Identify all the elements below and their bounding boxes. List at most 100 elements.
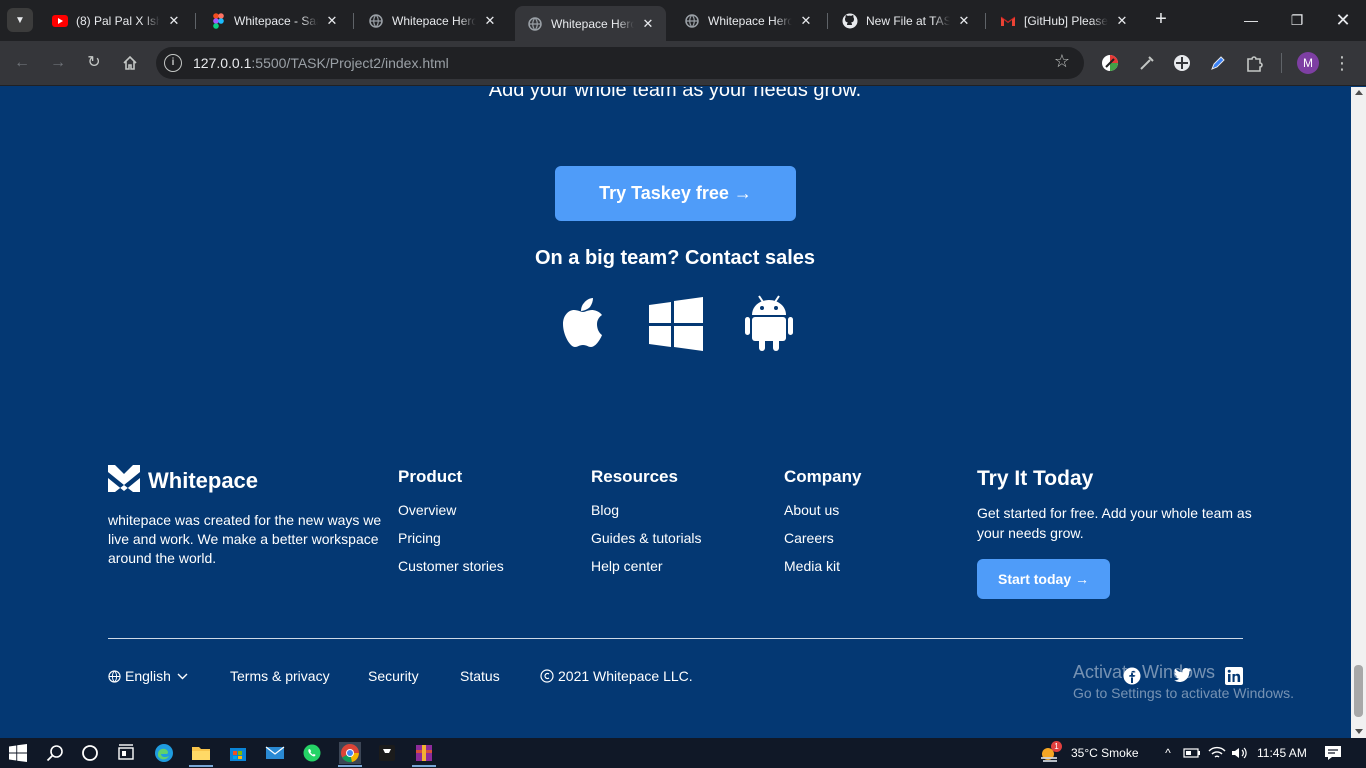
windows-start-icon[interactable] <box>7 742 29 764</box>
bookmark-star-icon[interactable]: ☆ <box>1054 51 1070 72</box>
try-taskey-free-button[interactable]: Try Taskey free → <box>555 166 796 221</box>
windows-icon[interactable] <box>649 293 703 353</box>
footer-link-careers[interactable]: Careers <box>784 530 861 546</box>
gmail-icon <box>1000 13 1016 29</box>
footer-link-about-us[interactable]: About us <box>784 502 861 518</box>
linkedin-icon[interactable] <box>1225 667 1243 685</box>
copyright-text: 2021 Whitepace LLC. <box>558 668 693 684</box>
menu-kebab-icon[interactable]: ⋮ <box>1330 51 1354 75</box>
active-indicator <box>189 765 213 767</box>
extension-dropper-icon[interactable] <box>1137 53 1157 73</box>
tab-close-icon[interactable]: ✕ <box>956 13 972 29</box>
home-icon[interactable] <box>118 51 142 75</box>
url-text[interactable]: 127.0.0.1:5500/TASK/Project2/index.html <box>193 55 449 71</box>
language-label: English <box>125 668 171 684</box>
tab-whitepace-hero-1[interactable]: Whitepace Hero ✕ <box>356 6 508 35</box>
language-selector[interactable]: English <box>108 668 188 684</box>
whatsapp-icon[interactable] <box>301 742 323 764</box>
tab-title: Whitepace Hero <box>392 13 476 28</box>
restore-icon[interactable]: ❐ <box>1285 8 1309 32</box>
footer-link-help-center[interactable]: Help center <box>591 558 702 574</box>
tab-close-icon[interactable]: ✕ <box>798 13 814 29</box>
tab-youtube[interactable]: (8) Pal Pal X Ishq ✕ <box>40 6 192 35</box>
footer-column-company: Company About us Careers Media kit <box>784 467 861 586</box>
tab-whitepace-hero-active[interactable]: Whitepace Hero ✕ <box>515 6 666 41</box>
search-icon[interactable] <box>44 742 66 764</box>
globe-icon <box>368 13 384 29</box>
column-heading: Product <box>398 467 463 486</box>
tab-github[interactable]: New File at TASK ✕ <box>830 6 982 35</box>
site-info-icon[interactable]: i <box>164 54 182 72</box>
status-link[interactable]: Status <box>460 668 500 684</box>
weather-text[interactable]: 35°C Smoke <box>1071 746 1139 760</box>
tab-close-icon[interactable]: ✕ <box>482 13 498 29</box>
edge-icon[interactable] <box>153 742 175 764</box>
cortana-icon[interactable] <box>79 742 101 764</box>
task-view-icon[interactable] <box>115 742 137 764</box>
back-icon[interactable]: ← <box>10 51 34 75</box>
footer-link-blog[interactable]: Blog <box>591 502 702 518</box>
new-tab-button[interactable]: + <box>1150 9 1172 31</box>
start-today-button[interactable]: Start today → <box>977 559 1110 599</box>
archive-app-icon[interactable] <box>413 742 435 764</box>
tab-whitepace-hero-3[interactable]: Whitepace Hero ✕ <box>672 6 824 35</box>
clock-time[interactable]: 11:45 AM <box>1257 746 1307 760</box>
scrollbar-thumb[interactable] <box>1354 665 1363 717</box>
footer-brand[interactable]: Whitepace <box>108 465 258 497</box>
footer-link-guides[interactable]: Guides & tutorials <box>591 530 702 546</box>
scroll-up-arrow-icon[interactable] <box>1355 90 1363 95</box>
mail-icon[interactable] <box>264 742 286 764</box>
windows-taskbar: 1 35°C Smoke ^ 11:45 AM <box>0 738 1366 768</box>
minimize-icon[interactable]: — <box>1239 8 1263 32</box>
terms-privacy-link[interactable]: Terms & privacy <box>230 668 330 684</box>
tab-title: [GitHub] Please v <box>1024 13 1108 28</box>
extensions-puzzle-icon[interactable] <box>1244 53 1264 73</box>
page-scrollbar[interactable] <box>1351 87 1366 738</box>
tab-gmail[interactable]: [GitHub] Please v ✕ <box>988 6 1140 35</box>
tab-title: New File at TASK <box>866 13 950 28</box>
tab-close-icon[interactable]: ✕ <box>324 13 340 29</box>
security-link[interactable]: Security <box>368 668 419 684</box>
tab-figma[interactable]: Whitepace - SaaS ✕ <box>198 6 350 35</box>
github-icon <box>842 13 858 29</box>
wifi-icon[interactable] <box>1206 742 1228 764</box>
apple-icon[interactable] <box>557 293 611 353</box>
tab-close-icon[interactable]: ✕ <box>1114 13 1130 29</box>
profile-avatar[interactable]: M <box>1297 52 1319 74</box>
chevron-up-icon[interactable]: ^ <box>1157 742 1179 764</box>
extension-color-icon[interactable] <box>1100 53 1120 73</box>
battery-icon[interactable] <box>1181 742 1203 764</box>
address-bar[interactable]: i 127.0.0.1:5500/TASK/Project2/index.htm… <box>156 47 1084 79</box>
footer-link-customer-stories[interactable]: Customer stories <box>398 558 504 574</box>
volume-icon[interactable] <box>1229 742 1251 764</box>
file-explorer-icon[interactable] <box>190 742 212 764</box>
chrome-icon[interactable] <box>339 742 361 764</box>
tab-separator <box>195 13 196 29</box>
extension-circle-icon[interactable] <box>1172 53 1192 73</box>
forward-icon[interactable]: → <box>46 51 70 75</box>
whitepace-logo-icon <box>108 465 140 497</box>
android-icon[interactable] <box>744 293 798 353</box>
youtube-icon <box>52 13 68 29</box>
footer-divider <box>108 638 1243 639</box>
globe-icon <box>684 13 700 29</box>
tab-separator <box>827 13 828 29</box>
activate-windows-subtitle: Go to Settings to activate Windows. <box>1073 685 1294 701</box>
tab-close-icon[interactable]: ✕ <box>166 13 182 29</box>
reload-icon[interactable]: ↻ <box>82 51 106 75</box>
footer-link-media-kit[interactable]: Media kit <box>784 558 861 574</box>
tab-title: Whitepace - SaaS <box>234 13 318 28</box>
tab-search-button[interactable]: ▼ <box>7 8 33 32</box>
extension-pen-icon[interactable] <box>1208 53 1228 73</box>
notifications-icon[interactable] <box>1322 742 1344 764</box>
microsoft-store-icon[interactable] <box>227 742 249 764</box>
footer-link-overview[interactable]: Overview <box>398 502 504 518</box>
scroll-down-arrow-icon[interactable] <box>1355 729 1363 734</box>
active-indicator <box>338 765 362 767</box>
contact-sales-link[interactable]: On a big team? Contact sales <box>475 247 875 270</box>
footer-link-pricing[interactable]: Pricing <box>398 530 504 546</box>
terminal-app-icon[interactable] <box>376 742 398 764</box>
tab-close-icon[interactable]: ✕ <box>640 16 656 32</box>
try-it-today-description: Get started for free. Add your whole tea… <box>977 505 1252 541</box>
close-window-icon[interactable]: ✕ <box>1331 8 1355 32</box>
